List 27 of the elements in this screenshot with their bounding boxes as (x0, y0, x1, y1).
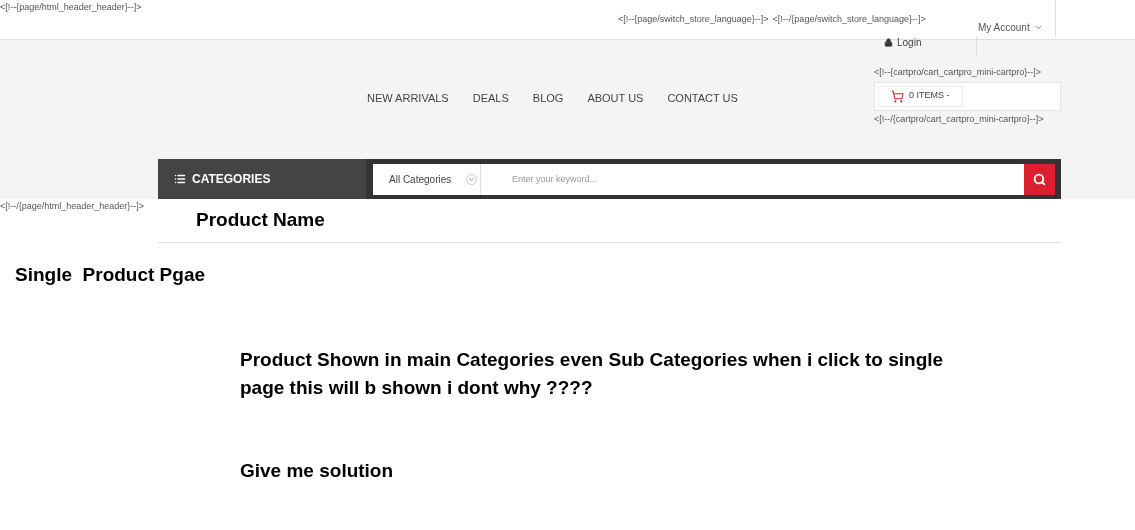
category-dropdown[interactable]: All Categories (373, 163, 481, 195)
cart-icon (891, 89, 904, 103)
template-comment: <[!--/{page/html_header_header}--]> (0, 200, 146, 213)
account-menu[interactable]: My Account (978, 20, 1043, 35)
mini-cart-button[interactable]: 0 ITEMS - (878, 85, 963, 107)
template-comment: <[!--{cartpro/cart_cartpro_mini-cartpro}--]> (874, 66, 1043, 79)
template-comment: <[!--{page/html_header_header}--]> (0, 1, 143, 14)
categories-button[interactable]: CATEGORIES (158, 159, 366, 199)
template-comment: <[!--/{page/switch_store_language}--]> (772, 13, 926, 26)
login-link[interactable]: Login (884, 35, 922, 50)
nav-link[interactable]: CONTACT US (667, 90, 738, 107)
request-text: Give me solution (240, 458, 395, 483)
search-icon (1033, 172, 1046, 186)
nav-link[interactable]: ABOUT US (587, 90, 644, 107)
nav-link[interactable]: NEW ARRIVALS (367, 90, 449, 107)
nav-link[interactable]: BLOG (532, 90, 564, 107)
search-field[interactable]: Enter your keyword... (481, 163, 1024, 195)
list-icon (174, 173, 186, 185)
caret-icon (1033, 23, 1043, 32)
search-button[interactable] (1024, 163, 1055, 195)
template-comment: <[!--{page/switch_store_language}--]> (618, 13, 769, 26)
product-title: Product Name (196, 208, 325, 233)
question-text: Product Shown in main Categories even Sub Categories when i click to single page this will b shown i dont why ???? (240, 347, 945, 400)
lock-icon (884, 38, 893, 47)
template-comment: <[!--/{cartpro/cart_cartpro_mini-cartpro}--]> (874, 112, 1045, 126)
nav-link[interactable]: DEALS (472, 90, 509, 107)
page-note: Single Product Pgae (15, 263, 207, 287)
